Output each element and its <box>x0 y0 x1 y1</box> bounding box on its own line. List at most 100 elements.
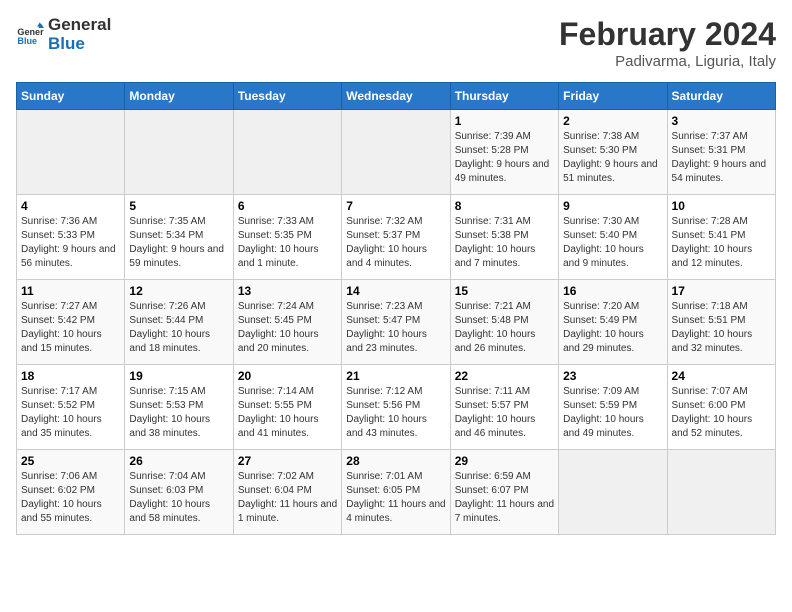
calendar-cell: 22 Sunrise: 7:11 AM Sunset: 5:57 PM Dayli… <box>450 365 558 450</box>
calendar-week-1: 4Sunrise: 7:36 AM Sunset: 5:33 PM Daylig… <box>17 195 776 280</box>
calendar-cell <box>559 450 667 535</box>
day-number: 8 <box>455 199 554 213</box>
day-info: Sunrise: 7:09 AM Sunset: 5:59 PM Dayligh… <box>563 385 662 441</box>
calendar-cell <box>233 110 341 195</box>
day-number: 20 <box>238 369 337 383</box>
day-number: 21 <box>346 369 445 383</box>
day-info: Sunrise: 7:37 AM Sunset: 5:31 PM Dayligh… <box>672 130 771 186</box>
day-info: Sunrise: 7:23 AM Sunset: 5:47 PM Dayligh… <box>346 300 445 356</box>
day-number: 18 <box>21 369 120 383</box>
day-info: Sunrise: 7:15 AM Sunset: 5:53 PM Dayligh… <box>129 385 228 441</box>
calendar-cell: 11 Sunrise: 7:27 AM Sunset: 5:42 PM Dayli… <box>17 280 125 365</box>
day-number: 23 <box>563 369 662 383</box>
calendar-cell: 29Sunrise: 6:59 AM Sunset: 6:07 PM Dayli… <box>450 450 558 535</box>
day-info: Sunrise: 7:39 AM Sunset: 5:28 PM Dayligh… <box>455 130 554 186</box>
calendar-cell: 1 Sunrise: 7:39 AM Sunset: 5:28 PM Daylig… <box>450 110 558 195</box>
calendar-cell: 6 Sunrise: 7:33 AM Sunset: 5:35 PM Daylig… <box>233 195 341 280</box>
calendar-cell: 21 Sunrise: 7:12 AM Sunset: 5:56 PM Dayli… <box>342 365 450 450</box>
calendar-cell: 26 Sunrise: 7:04 AM Sunset: 6:03 PM Dayli… <box>125 450 233 535</box>
day-info: Sunrise: 7:36 AM Sunset: 5:33 PM Dayligh… <box>21 215 120 271</box>
day-info: Sunrise: 7:11 AM Sunset: 5:57 PM Dayligh… <box>455 385 554 441</box>
weekday-header-monday: Monday <box>125 83 233 110</box>
day-info: Sunrise: 7:14 AM Sunset: 5:55 PM Dayligh… <box>238 385 337 441</box>
calendar-cell <box>667 450 775 535</box>
day-info: Sunrise: 6:59 AM Sunset: 6:07 PM Dayligh… <box>455 470 554 526</box>
subtitle: Padivarma, Liguria, Italy <box>559 53 776 70</box>
calendar-cell: 17 Sunrise: 7:18 AM Sunset: 5:51 PM Dayli… <box>667 280 775 365</box>
day-info: Sunrise: 7:18 AM Sunset: 5:51 PM Dayligh… <box>672 300 771 356</box>
day-number: 10 <box>672 199 771 213</box>
title-area: February 2024 Padivarma, Liguria, Italy <box>559 16 776 70</box>
day-info: Sunrise: 7:27 AM Sunset: 5:42 PM Dayligh… <box>21 300 120 356</box>
calendar-header: SundayMondayTuesdayWednesdayThursdayFrid… <box>17 83 776 110</box>
calendar-cell: 8Sunrise: 7:31 AM Sunset: 5:38 PM Daylig… <box>450 195 558 280</box>
calendar-week-4: 25Sunrise: 7:06 AM Sunset: 6:02 PM Dayli… <box>17 450 776 535</box>
header: General Blue General Blue February 2024 … <box>16 16 776 70</box>
day-info: Sunrise: 7:12 AM Sunset: 5:56 PM Dayligh… <box>346 385 445 441</box>
day-number: 7 <box>346 199 445 213</box>
weekday-header-tuesday: Tuesday <box>233 83 341 110</box>
day-info: Sunrise: 7:33 AM Sunset: 5:35 PM Dayligh… <box>238 215 337 271</box>
calendar-cell: 9 Sunrise: 7:30 AM Sunset: 5:40 PM Daylig… <box>559 195 667 280</box>
day-info: Sunrise: 7:02 AM Sunset: 6:04 PM Dayligh… <box>238 470 337 526</box>
calendar-cell: 18 Sunrise: 7:17 AM Sunset: 5:52 PM Dayli… <box>17 365 125 450</box>
day-info: Sunrise: 7:01 AM Sunset: 6:05 PM Dayligh… <box>346 470 445 526</box>
day-number: 24 <box>672 369 771 383</box>
calendar-cell: 25Sunrise: 7:06 AM Sunset: 6:02 PM Dayli… <box>17 450 125 535</box>
day-info: Sunrise: 7:17 AM Sunset: 5:52 PM Dayligh… <box>21 385 120 441</box>
day-info: Sunrise: 7:07 AM Sunset: 6:00 PM Dayligh… <box>672 385 771 441</box>
day-number: 6 <box>238 199 337 213</box>
logo-general: General <box>48 16 111 35</box>
day-info: Sunrise: 7:20 AM Sunset: 5:49 PM Dayligh… <box>563 300 662 356</box>
calendar-cell: 28 Sunrise: 7:01 AM Sunset: 6:05 PM Dayli… <box>342 450 450 535</box>
day-info: Sunrise: 7:28 AM Sunset: 5:41 PM Dayligh… <box>672 215 771 271</box>
weekday-header-wednesday: Wednesday <box>342 83 450 110</box>
day-number: 19 <box>129 369 228 383</box>
day-info: Sunrise: 7:26 AM Sunset: 5:44 PM Dayligh… <box>129 300 228 356</box>
day-number: 28 <box>346 454 445 468</box>
calendar-week-2: 11 Sunrise: 7:27 AM Sunset: 5:42 PM Dayli… <box>17 280 776 365</box>
day-number: 17 <box>672 284 771 298</box>
calendar-cell: 2 Sunrise: 7:38 AM Sunset: 5:30 PM Daylig… <box>559 110 667 195</box>
calendar-week-0: 1 Sunrise: 7:39 AM Sunset: 5:28 PM Daylig… <box>17 110 776 195</box>
calendar-cell: 16Sunrise: 7:20 AM Sunset: 5:49 PM Dayli… <box>559 280 667 365</box>
calendar-cell: 27Sunrise: 7:02 AM Sunset: 6:04 PM Dayli… <box>233 450 341 535</box>
calendar-cell: 15Sunrise: 7:21 AM Sunset: 5:48 PM Dayli… <box>450 280 558 365</box>
calendar-cell: 24 Sunrise: 7:07 AM Sunset: 6:00 PM Dayli… <box>667 365 775 450</box>
day-number: 22 <box>455 369 554 383</box>
weekday-header-row: SundayMondayTuesdayWednesdayThursdayFrid… <box>17 83 776 110</box>
day-number: 15 <box>455 284 554 298</box>
calendar-cell: 20 Sunrise: 7:14 AM Sunset: 5:55 PM Dayli… <box>233 365 341 450</box>
calendar-cell: 13 Sunrise: 7:24 AM Sunset: 5:45 PM Dayli… <box>233 280 341 365</box>
day-number: 26 <box>129 454 228 468</box>
weekday-header-friday: Friday <box>559 83 667 110</box>
calendar-cell: 7 Sunrise: 7:32 AM Sunset: 5:37 PM Daylig… <box>342 195 450 280</box>
day-number: 13 <box>238 284 337 298</box>
day-number: 25 <box>21 454 120 468</box>
day-info: Sunrise: 7:24 AM Sunset: 5:45 PM Dayligh… <box>238 300 337 356</box>
calendar-cell: 23 Sunrise: 7:09 AM Sunset: 5:59 PM Dayli… <box>559 365 667 450</box>
weekday-header-saturday: Saturday <box>667 83 775 110</box>
calendar-cell: 19 Sunrise: 7:15 AM Sunset: 5:53 PM Dayli… <box>125 365 233 450</box>
day-info: Sunrise: 7:38 AM Sunset: 5:30 PM Dayligh… <box>563 130 662 186</box>
main-title: February 2024 <box>559 16 776 53</box>
calendar-cell: 3 Sunrise: 7:37 AM Sunset: 5:31 PM Daylig… <box>667 110 775 195</box>
logo-icon: General Blue <box>16 21 44 49</box>
logo-blue: Blue <box>48 35 111 54</box>
day-number: 11 <box>21 284 120 298</box>
day-info: Sunrise: 7:32 AM Sunset: 5:37 PM Dayligh… <box>346 215 445 271</box>
day-number: 3 <box>672 114 771 128</box>
day-number: 12 <box>129 284 228 298</box>
day-number: 2 <box>563 114 662 128</box>
day-number: 5 <box>129 199 228 213</box>
calendar-week-3: 18 Sunrise: 7:17 AM Sunset: 5:52 PM Dayli… <box>17 365 776 450</box>
day-info: Sunrise: 7:35 AM Sunset: 5:34 PM Dayligh… <box>129 215 228 271</box>
calendar-cell: 10 Sunrise: 7:28 AM Sunset: 5:41 PM Dayli… <box>667 195 775 280</box>
day-number: 1 <box>455 114 554 128</box>
weekday-header-thursday: Thursday <box>450 83 558 110</box>
weekday-header-sunday: Sunday <box>17 83 125 110</box>
day-info: Sunrise: 7:04 AM Sunset: 6:03 PM Dayligh… <box>129 470 228 526</box>
day-info: Sunrise: 7:30 AM Sunset: 5:40 PM Dayligh… <box>563 215 662 271</box>
day-number: 9 <box>563 199 662 213</box>
svg-text:Blue: Blue <box>17 36 37 46</box>
